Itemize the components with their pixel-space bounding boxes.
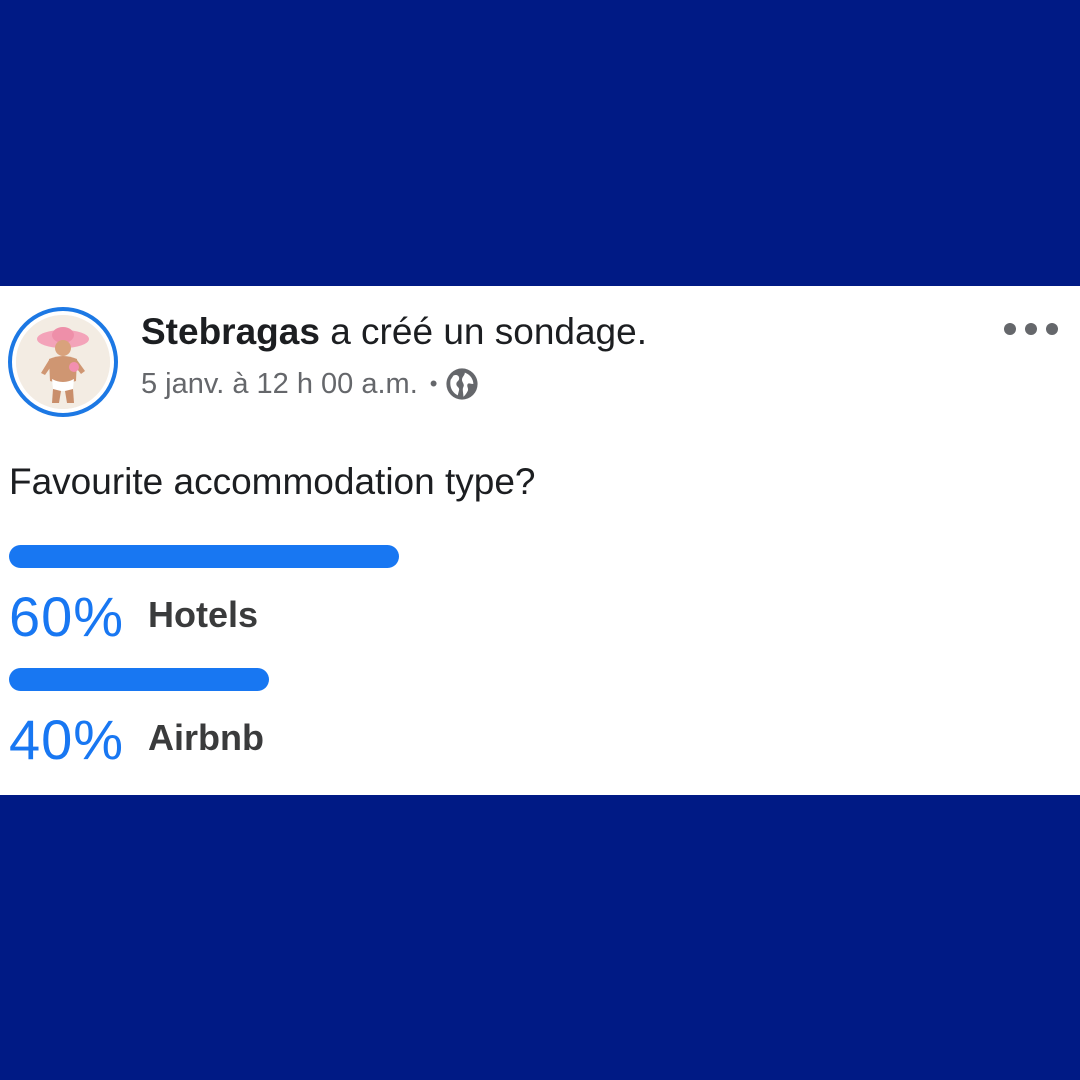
poll-option-hotels[interactable]: 60% Hotels: [9, 545, 659, 648]
poll-option-airbnb[interactable]: 40% Airbnb: [9, 668, 659, 771]
poll-result-bar: [9, 545, 399, 568]
poll-result-bar-track: [9, 545, 659, 568]
poll-option-percent: 60%: [9, 585, 125, 648]
more-options-dot-icon: [1046, 323, 1058, 335]
post-meta: 5 janv. à 12 h 00 a.m. •: [141, 366, 479, 402]
avatar-illustration-icon: [16, 315, 110, 409]
poll-question: Favourite accommodation type?: [9, 461, 536, 502]
poll-result-bar-track: [9, 668, 659, 691]
poll-result-bar: [9, 668, 269, 691]
author-name-link[interactable]: Stebragas: [141, 311, 320, 352]
post-timestamp[interactable]: 5 janv. à 12 h 00 a.m.: [141, 368, 418, 401]
more-options-button[interactable]: [1004, 316, 1058, 342]
author-avatar[interactable]: [8, 307, 118, 417]
meta-separator: •: [429, 371, 438, 396]
avatar-image: [16, 315, 110, 409]
post-action-text: a créé un sondage.: [319, 311, 647, 352]
post-header: Stebragas a créé un sondage.: [141, 310, 647, 354]
poll-post-card: Stebragas a créé un sondage. 5 janv. à 1…: [0, 286, 1080, 795]
more-options-dot-icon: [1025, 323, 1037, 335]
poll-option-percent: 40%: [9, 708, 125, 771]
poll-option-label: Airbnb: [148, 717, 264, 758]
poll-option-label: Hotels: [148, 594, 259, 635]
globe-icon[interactable]: [445, 367, 479, 401]
more-options-dot-icon: [1004, 323, 1016, 335]
